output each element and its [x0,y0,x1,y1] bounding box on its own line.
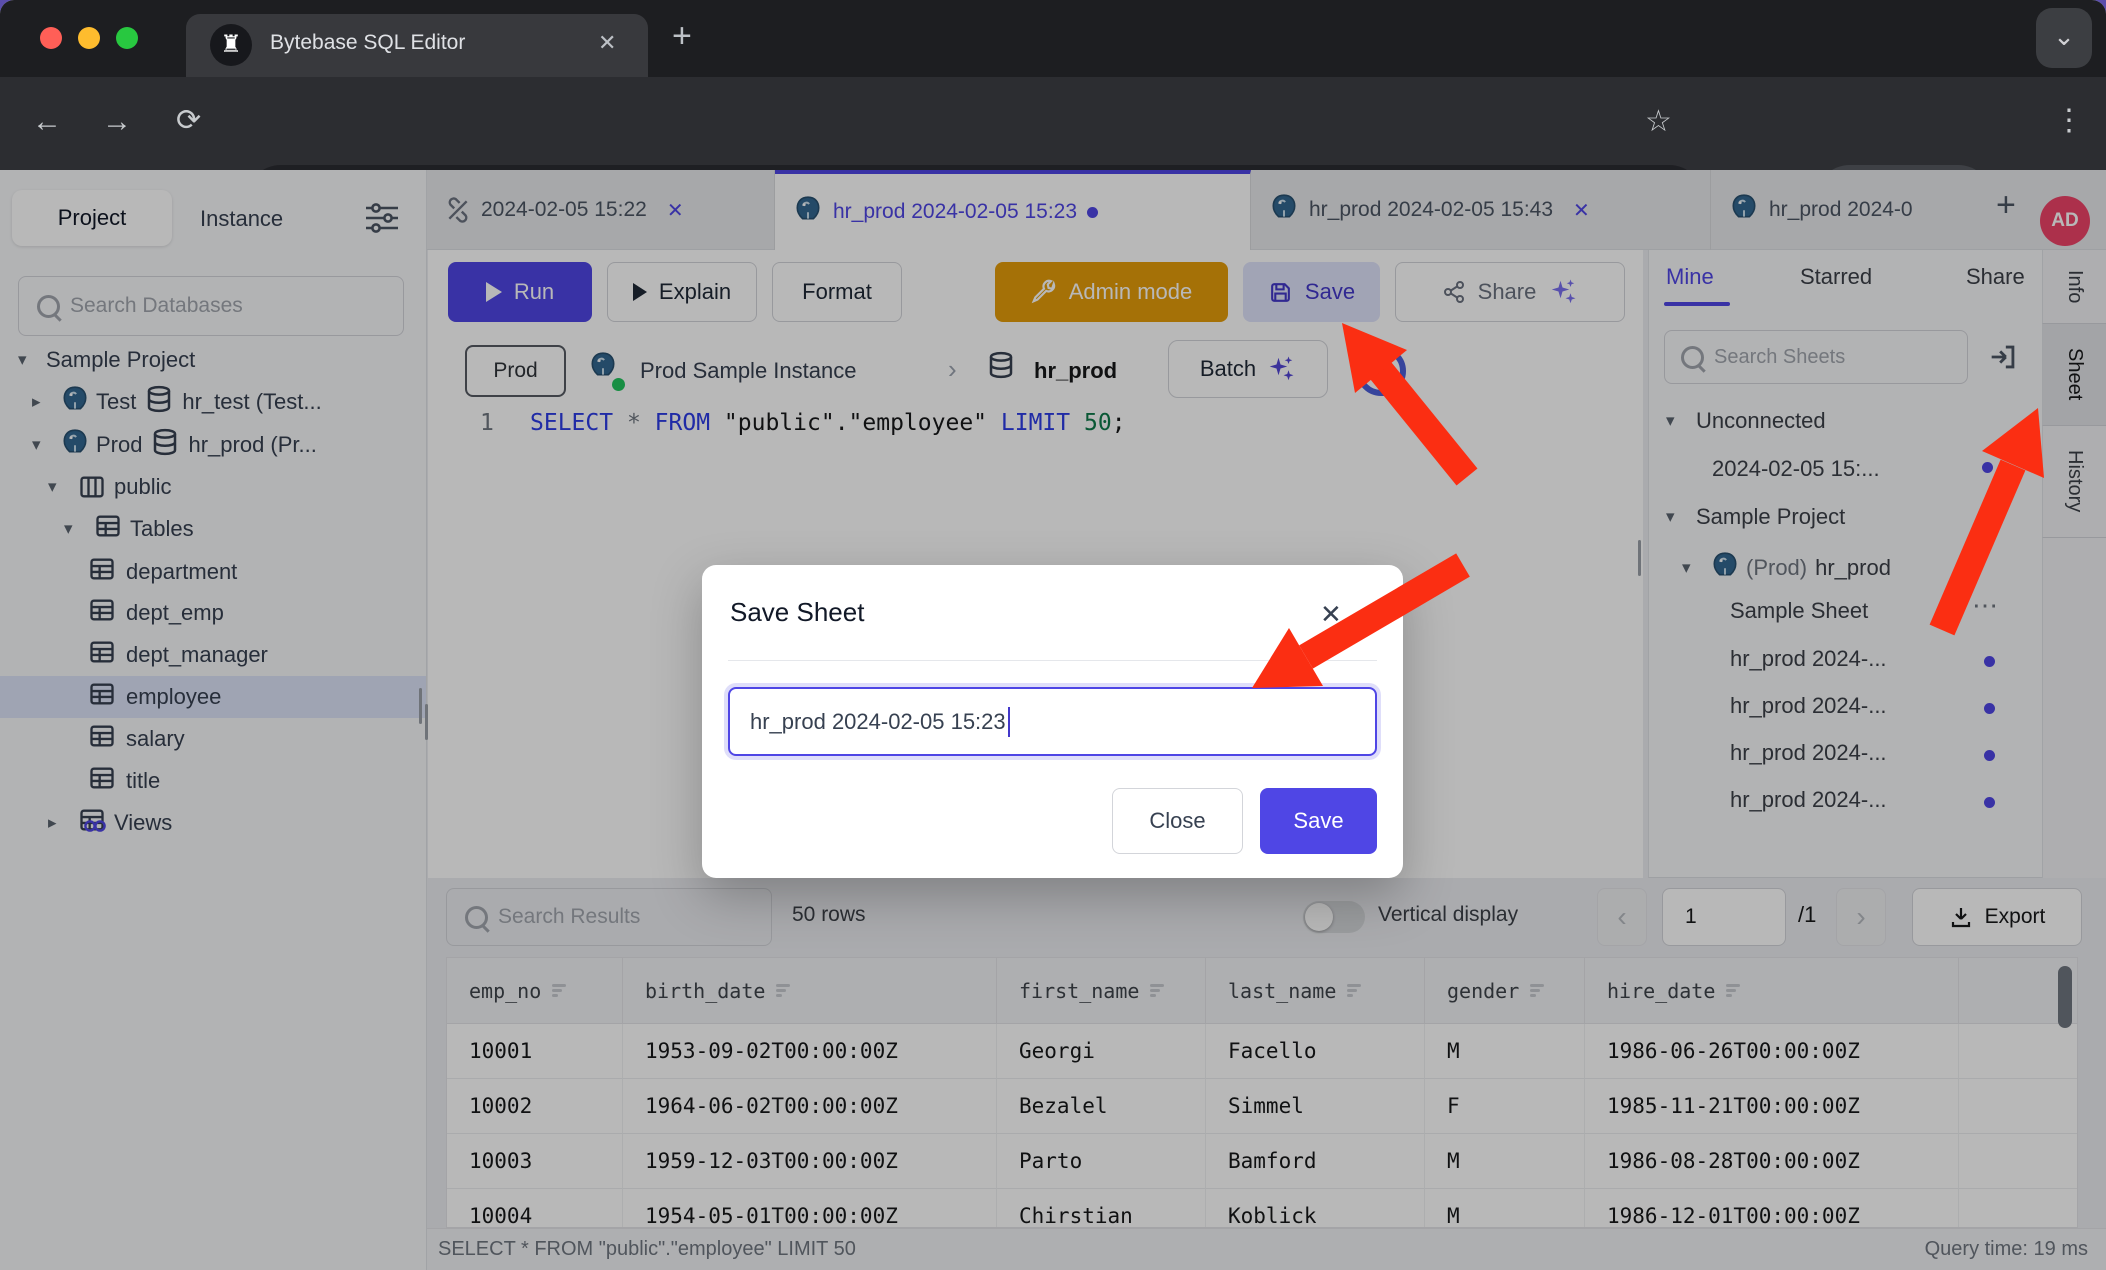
save-sheet-dialog: Save Sheet ✕ hr_prod 2024-02-05 15:23 Cl… [702,565,1403,878]
browser-tab[interactable]: ♜ Bytebase SQL Editor ✕ [186,14,648,77]
traffic-zoom-button[interactable] [116,27,138,49]
browser-tab-close-icon[interactable]: ✕ [598,30,616,56]
dialog-title: Save Sheet [730,597,864,628]
browser-menu-icon[interactable]: ⋮ [2054,103,2084,138]
dialog-save-button[interactable]: Save [1260,788,1377,854]
save-button-label: Save [1293,808,1343,834]
dialog-close-icon[interactable]: ✕ [1320,599,1342,630]
tab-search-chevron-icon[interactable]: ⌄ [2036,8,2092,68]
dialog-close-button[interactable]: Close [1112,788,1243,854]
bookmark-star-icon[interactable]: ☆ [1645,104,1672,139]
browser-toolbar: ← → ⟳ ⓘ localhost:8080/sql-editor/prod-s… [0,77,2106,170]
traffic-close-button[interactable] [40,27,62,49]
back-icon[interactable]: ← [32,105,62,139]
new-tab-icon[interactable]: + [672,17,692,56]
dialog-divider [728,660,1377,661]
forward-icon[interactable]: → [102,105,132,139]
sheet-name-value: hr_prod 2024-02-05 15:23 [750,709,1006,735]
close-button-label: Close [1149,808,1205,834]
reload-icon[interactable]: ⟳ [176,103,201,138]
traffic-minimize-button[interactable] [78,27,100,49]
browser-tab-title: Bytebase SQL Editor [270,31,465,55]
browser-window: ♜ Bytebase SQL Editor ✕ + ⌄ ← → ⟳ ⓘ loca… [0,0,2106,1270]
browser-tab-strip: ♜ Bytebase SQL Editor ✕ + ⌄ [0,0,2106,77]
bytebase-favicon-icon: ♜ [210,24,252,66]
text-cursor [1008,707,1010,737]
sheet-name-input[interactable]: hr_prod 2024-02-05 15:23 [728,687,1377,756]
